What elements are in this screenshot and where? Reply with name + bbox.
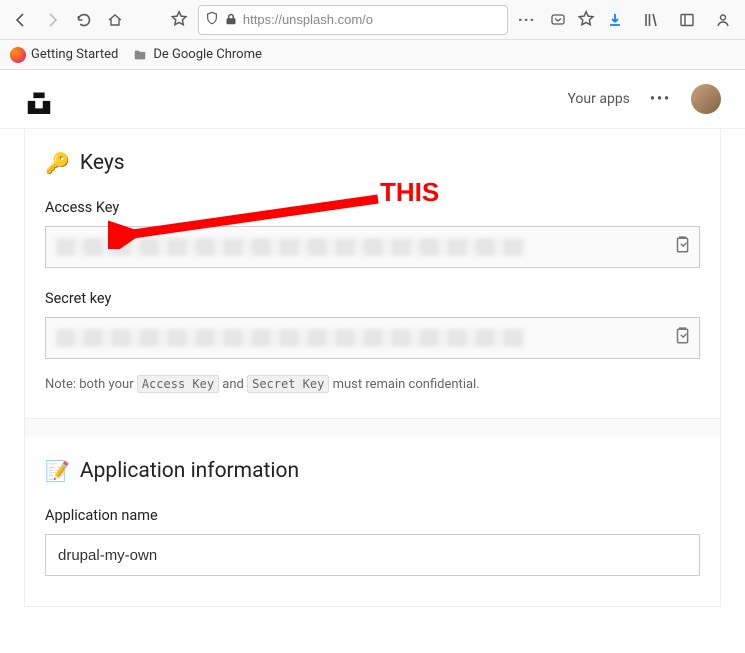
section-title-text: Keys (80, 151, 125, 175)
app-info-title: 📝 Application information (45, 459, 700, 483)
bookmark-label: Getting Started (31, 47, 118, 62)
home-button[interactable] (102, 6, 127, 34)
keys-section: 🔑 Keys Access Key Secret key Note: both … (24, 129, 721, 419)
avatar[interactable] (691, 84, 721, 114)
url-input[interactable] (243, 12, 501, 27)
bookmark-folder-chrome[interactable]: De Google Chrome (132, 47, 262, 63)
bookmarks-bar: Getting Started De Google Chrome (0, 40, 745, 70)
note-code-access: Access Key (137, 375, 219, 393)
library-icon[interactable] (637, 6, 665, 34)
key-icon: 🔑 (45, 151, 70, 175)
url-bar[interactable] (198, 5, 508, 35)
copy-access-key-icon[interactable] (673, 236, 691, 258)
keys-note: Note: both your Access Key and Secret Ke… (45, 377, 700, 392)
note-code-secret: Secret Key (247, 375, 329, 393)
bookmark-getting-started[interactable]: Getting Started (10, 47, 118, 63)
copy-secret-key-icon[interactable] (673, 327, 691, 349)
more-menu-icon[interactable]: ••• (650, 91, 671, 107)
access-key-redacted (56, 238, 526, 256)
keys-section-title: 🔑 Keys (45, 151, 700, 175)
secret-key-label: Secret key (45, 290, 700, 307)
bookmark-label: De Google Chrome (153, 47, 262, 62)
browser-toolbar: ··· (0, 0, 745, 40)
forward-button (39, 6, 64, 34)
access-key-label: Access Key (45, 199, 700, 216)
sidebar-icon[interactable] (673, 6, 701, 34)
your-apps-link[interactable]: Your apps (567, 91, 629, 107)
section-title-text: Application information (80, 459, 299, 483)
bookmark-star-icon[interactable] (577, 10, 595, 30)
shield-icon[interactable] (205, 10, 219, 29)
note-text: and (219, 377, 247, 392)
unsplash-logo-icon[interactable] (24, 84, 54, 114)
app-name-label: Application name (45, 507, 700, 524)
downloads-icon[interactable] (601, 6, 629, 34)
note-text: must remain confidential. (329, 377, 479, 392)
page-actions-icon[interactable]: ··· (514, 6, 539, 34)
app-info-section: 📝 Application information Application na… (24, 437, 721, 607)
back-button[interactable] (8, 6, 33, 34)
note-text: Note: both your (45, 377, 137, 392)
secret-key-field[interactable] (45, 317, 700, 359)
site-header: Your apps ••• (0, 70, 745, 129)
firefox-favicon (10, 47, 26, 63)
edit-icon: 📝 (45, 459, 70, 483)
page-content: THIS 🔑 Keys Access Key Secret key Note: … (0, 129, 745, 607)
account-icon[interactable] (709, 6, 737, 34)
lock-icon (225, 10, 237, 29)
pocket-icon[interactable] (545, 6, 570, 34)
folder-icon (132, 47, 148, 63)
app-name-input[interactable] (45, 534, 700, 576)
access-key-field[interactable] (45, 226, 700, 268)
highlights-icon[interactable] (170, 10, 188, 30)
section-gap (24, 419, 721, 437)
reload-button[interactable] (71, 6, 96, 34)
secret-key-redacted (56, 329, 526, 347)
